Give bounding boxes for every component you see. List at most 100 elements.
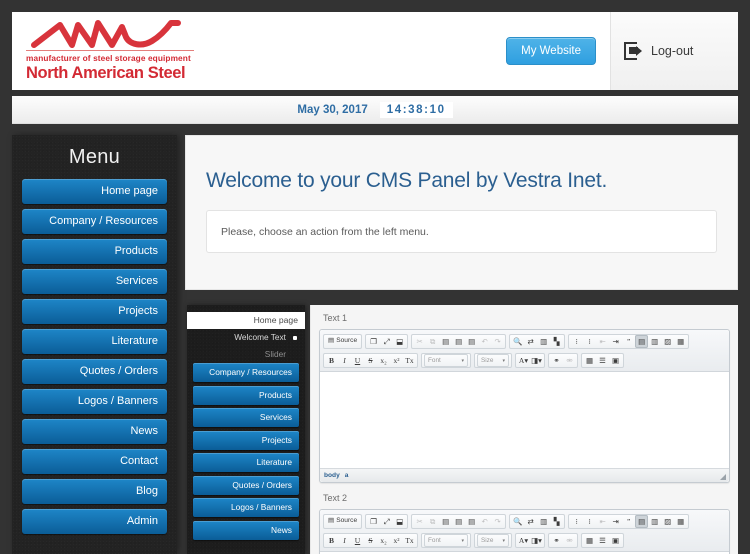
menu-item-literature[interactable]: Literature (22, 329, 167, 354)
submenu-item-news[interactable]: News (193, 520, 299, 540)
outdent-icon[interactable]: ⇤ (596, 515, 609, 528)
submenu-item-logos-banners[interactable]: Logos / Banners (193, 498, 299, 517)
size-select[interactable]: Size ▾ (477, 354, 509, 367)
element-path-item[interactable]: a (345, 472, 349, 479)
replace-icon[interactable]: ⇄ (524, 335, 537, 348)
align-justify-icon[interactable]: ▦ (674, 515, 687, 528)
source-button[interactable]: ▤ Source (325, 515, 360, 528)
numbered-list-icon[interactable]: ⁝ (570, 515, 583, 528)
menu-item-admin[interactable]: Admin (22, 509, 167, 534)
submenu-item-home-page[interactable]: Home page (187, 312, 305, 329)
maximize-icon[interactable]: ⤢ (380, 335, 393, 348)
strikethrough-icon[interactable]: S (364, 534, 377, 547)
paste-icon[interactable]: ▤ (439, 515, 452, 528)
bulleted-list-icon[interactable]: ⁞ (583, 335, 596, 348)
editor-content-area[interactable] (320, 372, 729, 468)
size-select[interactable]: Size ▾ (477, 534, 509, 547)
underline-icon[interactable]: U (351, 354, 364, 367)
menu-item-company-resources[interactable]: Company / Resources (22, 209, 167, 234)
align-center-icon[interactable]: ▥ (648, 335, 661, 348)
underline-icon[interactable]: U (351, 534, 364, 547)
background-color-icon[interactable]: ◨▾ (530, 354, 543, 367)
new-page-icon[interactable]: ❐ (367, 335, 380, 348)
cut-icon[interactable]: ✂ (413, 335, 426, 348)
strikethrough-icon[interactable]: S (364, 354, 377, 367)
spell-check-icon[interactable]: ▚ (550, 515, 563, 528)
text-color-icon[interactable]: A▾ (517, 354, 530, 367)
remove-format-icon[interactable]: Tx (403, 534, 416, 547)
cut-icon[interactable]: ✂ (413, 515, 426, 528)
remove-format-icon[interactable]: Tx (403, 354, 416, 367)
show-blocks-icon[interactable]: ⬓ (393, 335, 406, 348)
subscript-icon[interactable]: x₂ (377, 534, 390, 547)
logout-button[interactable]: Log-out (610, 12, 738, 90)
spell-check-icon[interactable]: ▚ (550, 335, 563, 348)
undo-icon[interactable]: ↶ (478, 335, 491, 348)
horizontal-rule-icon[interactable]: ☰ (596, 354, 609, 367)
align-left-icon[interactable]: ▤ (635, 515, 649, 528)
font-select[interactable]: Font ▾ (424, 534, 468, 547)
outdent-icon[interactable]: ⇤ (596, 335, 609, 348)
menu-item-news[interactable]: News (22, 419, 167, 444)
submenu-item-products[interactable]: Products (193, 385, 299, 405)
find-icon[interactable]: 🔍 (511, 515, 524, 528)
image-icon[interactable]: ▣ (609, 534, 622, 547)
superscript-icon[interactable]: x² (390, 354, 403, 367)
italic-icon[interactable]: I (338, 534, 351, 547)
menu-item-projects[interactable]: Projects (22, 299, 167, 324)
paste-word-icon[interactable]: ▤ (465, 335, 478, 348)
my-website-button[interactable]: My Website (506, 37, 596, 65)
submenu-item-company-resources[interactable]: Company / Resources (193, 363, 299, 382)
menu-item-quotes-orders[interactable]: Quotes / Orders (22, 359, 167, 384)
menu-item-products[interactable]: Products (22, 239, 167, 264)
link-icon[interactable]: ⚭ (550, 354, 563, 367)
copy-icon[interactable]: ⧉ (426, 515, 439, 528)
align-left-icon[interactable]: ▤ (635, 335, 649, 348)
submenu-item-services[interactable]: Services (193, 408, 299, 427)
align-center-icon[interactable]: ▥ (648, 515, 661, 528)
numbered-list-icon[interactable]: ⁝ (570, 335, 583, 348)
subscript-icon[interactable]: x₂ (377, 354, 390, 367)
block-quote-icon[interactable]: ” (622, 515, 635, 528)
find-icon[interactable]: 🔍 (511, 335, 524, 348)
align-justify-icon[interactable]: ▦ (674, 335, 687, 348)
paste-text-icon[interactable]: ▤ (452, 515, 465, 528)
redo-icon[interactable]: ↷ (491, 515, 504, 528)
superscript-icon[interactable]: x² (390, 534, 403, 547)
bulleted-list-icon[interactable]: ⁞ (583, 515, 596, 528)
paste-text-icon[interactable]: ▤ (452, 335, 465, 348)
horizontal-rule-icon[interactable]: ☰ (596, 534, 609, 547)
image-icon[interactable]: ▣ (609, 354, 622, 367)
align-right-icon[interactable]: ▨ (661, 515, 674, 528)
bold-icon[interactable]: B (325, 354, 338, 367)
table-icon[interactable]: ▦ (583, 534, 596, 547)
bold-icon[interactable]: B (325, 534, 338, 547)
replace-icon[interactable]: ⇄ (524, 515, 537, 528)
submenu-subitem-welcome-text[interactable]: Welcome Text (193, 329, 299, 346)
maximize-icon[interactable]: ⤢ (380, 515, 393, 528)
copy-icon[interactable]: ⧉ (426, 335, 439, 348)
submenu-item-quotes-orders[interactable]: Quotes / Orders (193, 475, 299, 495)
submenu-subitem-slider[interactable]: Slider (193, 346, 299, 363)
new-page-icon[interactable]: ❐ (367, 515, 380, 528)
text-color-icon[interactable]: A▾ (517, 534, 530, 547)
resize-handle[interactable] (720, 474, 726, 480)
undo-icon[interactable]: ↶ (478, 515, 491, 528)
indent-icon[interactable]: ⇥ (609, 335, 622, 348)
show-blocks-icon[interactable]: ⬓ (393, 515, 406, 528)
source-button[interactable]: ▤ Source (325, 335, 360, 348)
submenu-item-projects[interactable]: Projects (193, 430, 299, 450)
menu-item-services[interactable]: Services (22, 269, 167, 294)
table-icon[interactable]: ▦ (583, 354, 596, 367)
align-right-icon[interactable]: ▨ (661, 335, 674, 348)
block-quote-icon[interactable]: ” (622, 335, 635, 348)
element-path-item[interactable]: body (324, 472, 340, 479)
paste-icon[interactable]: ▤ (439, 335, 452, 348)
menu-item-logos-banners[interactable]: Logos / Banners (22, 389, 167, 414)
paste-word-icon[interactable]: ▤ (465, 515, 478, 528)
submenu-item-literature[interactable]: Literature (193, 453, 299, 472)
select-all-icon[interactable]: ▥ (537, 515, 550, 528)
indent-icon[interactable]: ⇥ (609, 515, 622, 528)
select-all-icon[interactable]: ▥ (537, 335, 550, 348)
redo-icon[interactable]: ↷ (491, 335, 504, 348)
